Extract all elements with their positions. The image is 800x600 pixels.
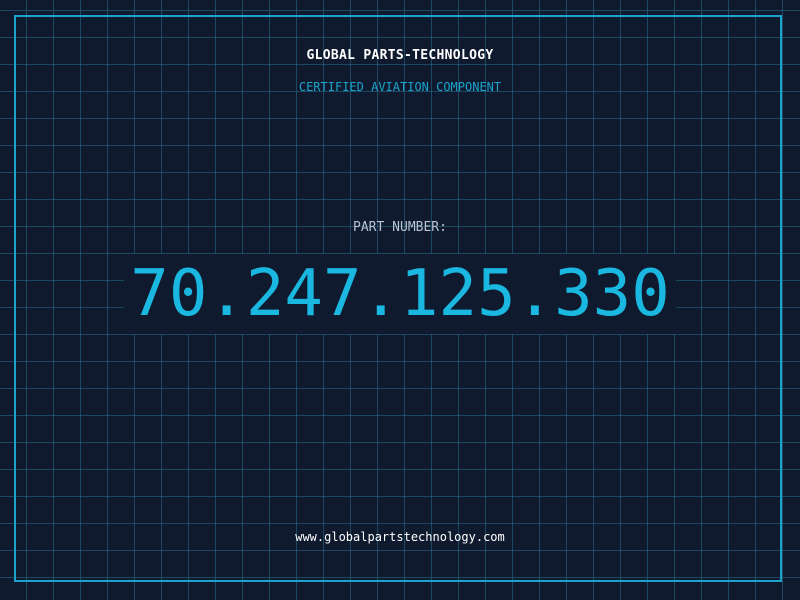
website-url: www.globalpartstechnology.com <box>295 530 505 544</box>
certification-subtitle: CERTIFIED AVIATION COMPONENT <box>298 80 502 94</box>
part-number-label: PART NUMBER: <box>353 220 447 235</box>
brand-title: GLOBAL PARTS-TECHNOLOGY <box>306 48 494 63</box>
part-number-container: 70.247.125.330 <box>0 254 800 334</box>
part-number-value: 70.247.125.330 <box>124 254 676 334</box>
part-label-card: GLOBAL PARTS-TECHNOLOGY CERTIFIED AVIATI… <box>0 0 800 600</box>
